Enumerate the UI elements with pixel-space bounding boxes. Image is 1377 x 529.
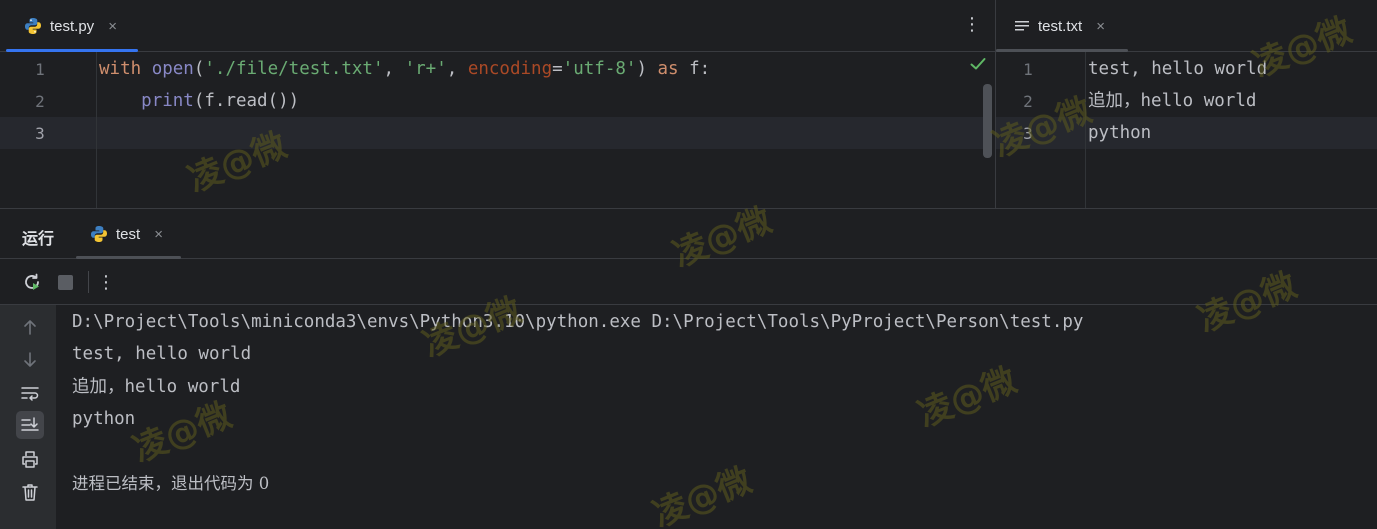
code-token: 'utf-8' [562,59,637,79]
code-token: encoding [467,59,553,79]
line-number: 3 [35,124,45,143]
soft-wrap-icon[interactable] [16,379,44,407]
code-token: open [151,59,194,79]
code-token: (f.read()) [193,91,300,111]
editor-scrollbar[interactable] [983,84,992,158]
code-line[interactable]: print(f.read()) [99,85,299,117]
close-icon[interactable]: × [154,226,163,243]
text-line[interactable]: test, hello world [1088,53,1267,85]
console-line: 进程已结束，退出代码为 0 [72,474,270,493]
line-number: 3 [1023,124,1033,143]
python-icon [90,225,108,243]
code-token: as [657,59,690,79]
active-tab-indicator [6,49,138,52]
tab-test-py[interactable]: test.py × [6,0,138,52]
line-number: 2 [1023,92,1033,111]
code-token: with [99,59,152,79]
tab-label: test.txt [1038,17,1083,35]
console-line: test, hello world [72,344,252,364]
line-number: 1 [35,60,45,79]
run-tab-test[interactable]: test × [76,209,181,259]
run-title: 运行 [22,231,55,248]
code-token: 'r+' [404,59,447,79]
line-number: 2 [35,92,45,111]
line-number: 1 [1023,60,1033,79]
current-line-highlight [996,117,1377,149]
tab-label: test.py [50,17,95,35]
run-tab-label: test [116,225,141,243]
text-line[interactable]: python [1088,117,1151,149]
console-side-toolbar [0,305,56,529]
run-toolbar: ⋮ [0,259,1377,305]
console-line: python [72,409,136,429]
tab-indicator [996,49,1128,52]
console-line: 追加，hello world [72,377,241,397]
close-icon[interactable]: × [1096,18,1105,35]
editor-pane-left: test.py × 1 2 3 with open('./file/test.t… [0,0,995,208]
toolbar-separator [88,271,89,293]
code-token: ( [193,59,205,79]
code-token: , [446,59,468,79]
arrow-down-icon[interactable] [16,346,44,374]
editor-tabbar: test.py × [0,0,995,52]
scroll-to-end-icon[interactable] [16,411,44,439]
code-token: = [552,59,563,79]
code-token: './file/test.txt' [204,59,384,79]
print-icon[interactable] [16,445,44,473]
code-token: ) [636,59,658,79]
tab-test-txt[interactable]: test.txt × [996,0,1128,52]
text-file-icon [1014,19,1030,33]
text-line[interactable]: 追加，hello world [1088,85,1256,117]
gutter-separator [96,52,97,208]
stop-icon[interactable] [53,270,77,294]
code-line[interactable]: with open('./file/test.txt', 'r+', encod… [99,53,710,85]
current-line-highlight [0,117,983,149]
editor-pane-right: test.txt × 1 2 3 test, hello world 追加，he… [996,0,1377,208]
close-icon[interactable]: × [108,18,117,35]
editor-tabbar: test.txt × [996,0,1377,52]
python-icon [24,17,42,35]
check-icon[interactable] [970,57,986,76]
run-tool-window: 运行 test × ⋮ D:\Project\Tools\miniconda3\… [0,208,1377,529]
run-header: 运行 test × [0,209,1377,259]
trash-icon[interactable] [16,478,44,506]
gutter-separator [1085,52,1086,208]
arrow-up-icon[interactable] [16,313,44,341]
code-token: print [141,91,194,111]
code-token: f: [689,59,711,79]
more-icon[interactable]: ⋮ [94,270,118,294]
code-token: , [383,59,405,79]
kebab-menu-icon[interactable]: ⋮ [963,14,981,35]
rerun-icon[interactable] [20,270,44,294]
console-line: D:\Project\Tools\miniconda3\envs\Python3… [72,312,1084,332]
